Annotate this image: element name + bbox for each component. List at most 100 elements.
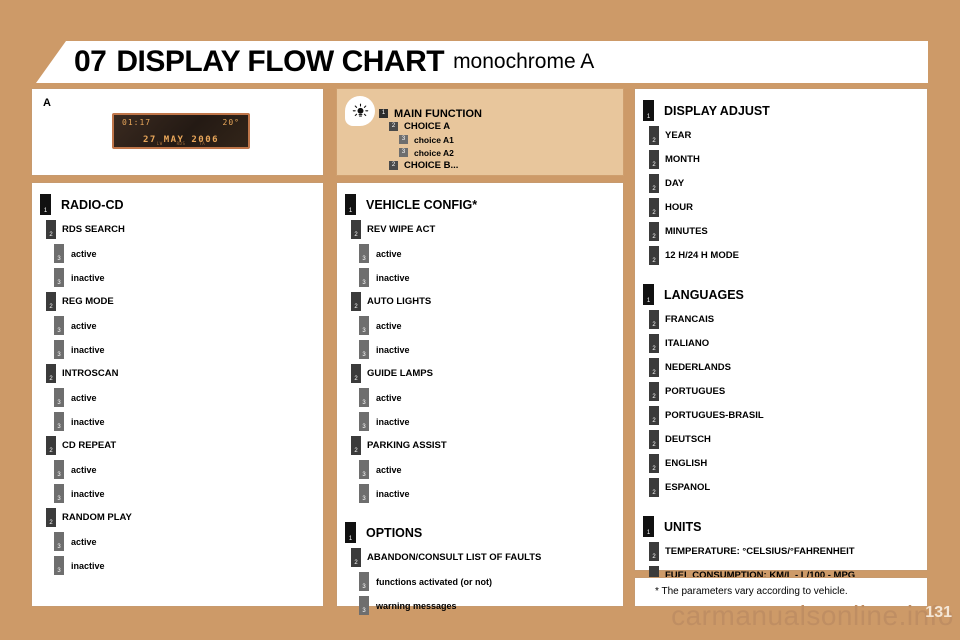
level-2-badge: 2 [351,364,361,383]
level-3-badge: 3 [359,484,369,503]
level-2-badge: 2 [649,542,659,561]
tree-row[interactable]: 2 YEAR [649,126,927,145]
tree-row[interactable]: 2 MINUTES [649,222,927,241]
tree-row-label: inactive [71,416,105,427]
tree-row-label: OPTIONS [366,525,423,540]
tree-row-label: MONTH [665,154,700,165]
tree-row[interactable]: 1 VEHICLE CONFIG* [345,194,623,215]
level-2-badge: 2 [46,220,56,239]
display-adjust-tree: 1 DISPLAY ADJUST 2 YEAR 2 MONTH 2 DAY 2 HOUR 2 MINU… [635,89,927,265]
legend-row: 1 MAIN FUNCTION [379,107,617,120]
tree-row[interactable]: 2 12 H/24 H MODE [649,246,927,265]
legend-level-2-badge: 2 [389,161,398,170]
tree-row[interactable]: 3 active [359,460,623,479]
level-3-badge: 3 [54,412,64,431]
tree-row-label: inactive [71,560,105,571]
tree-row[interactable]: 2 FRANCAIS [649,310,927,329]
tree-row[interactable]: 3 warning messages [359,596,623,615]
tree-row[interactable]: 2 PORTUGUES-BRASIL [649,406,927,425]
tree-row[interactable]: 3 active [359,388,623,407]
units-tree: 1 UNITS 2 TEMPERATURE: °CELSIUS/°FAHRENHEIT… [635,516,927,585]
tree-row[interactable]: 2 GUIDE LAMPS [351,364,623,383]
tree-row[interactable]: 2 ENGLISH [649,454,927,473]
tree-row[interactable]: 2 RDS SEARCH [46,220,323,239]
tree-row[interactable]: 3 active [54,316,323,335]
tree-row[interactable]: 3 functions activated (or not) [359,572,623,591]
tree-row[interactable]: 3 active [54,460,323,479]
tree-row[interactable]: 2 PORTUGUES [649,382,927,401]
tree-row[interactable]: 2 REG MODE [46,292,323,311]
tree-row[interactable]: 2 PARKING ASSIST [351,436,623,455]
tree-row-label: REV WIPE ACT [367,224,436,235]
tree-row[interactable]: 3 inactive [359,340,623,359]
tree-row[interactable]: 2 ABANDON/CONSULT LIST OF FAULTS [351,548,623,567]
level-1-badge: 1 [643,100,654,121]
tree-row-label: active [376,320,402,331]
tree-row[interactable]: 3 active [54,388,323,407]
tree-row[interactable]: 3 inactive [54,412,323,431]
tree-row-label: YEAR [665,130,692,141]
tree-row[interactable]: 3 inactive [54,556,323,575]
level-3-badge: 3 [54,484,64,503]
tree-row[interactable]: 3 inactive [54,484,323,503]
tree-row[interactable]: 1 DISPLAY ADJUST [643,100,927,121]
tree-row[interactable]: 3 active [359,316,623,335]
level-3-badge: 3 [359,460,369,479]
tree-row[interactable]: 2 ESPANOL [649,478,927,497]
lcd-temperature: 20° [222,118,240,127]
options-tree: 1 OPTIONS 2 ABANDON/CONSULT LIST OF FAULTS 3… [337,522,623,615]
tree-row[interactable]: 3 active [54,244,323,263]
level-3-badge: 3 [359,340,369,359]
sample-label: A [43,97,51,109]
tree-row[interactable]: 2 AUTO LIGHTS [351,292,623,311]
level-3-badge: 3 [359,596,369,615]
tree-row[interactable]: 3 active [359,244,623,263]
tree-row-label: LANGUAGES [664,287,744,302]
vehicle-config-tree: 1 VEHICLE CONFIG* 2 REV WIPE ACT 3 active 3 ina… [337,183,623,503]
legend-row-label: choice A2 [414,147,454,158]
legend-row-label: CHOICE B... [404,160,459,171]
tree-row[interactable]: 3 active [54,532,323,551]
tree-row[interactable]: 2 RANDOM PLAY [46,508,323,527]
tree-row[interactable]: 2 DAY [649,174,927,193]
tree-row-label: INTROSCAN [62,368,119,379]
level-3-badge: 3 [359,412,369,431]
tree-row[interactable]: 3 inactive [54,268,323,287]
tree-row[interactable]: 2 DEUTSCH [649,430,927,449]
legend-level-1-badge: 1 [379,109,388,118]
tree-row[interactable]: 2 REV WIPE ACT [351,220,623,239]
level-3-badge: 3 [359,268,369,287]
tree-row[interactable]: 2 INTROSCAN [46,364,323,383]
level-1-badge: 1 [40,194,51,215]
tree-row[interactable]: 3 inactive [359,268,623,287]
level-2-badge: 2 [649,222,659,241]
tree-row[interactable]: 1 OPTIONS [345,522,623,543]
tree-row[interactable]: 2 ITALIANO [649,334,927,353]
tree-row-label: TEMPERATURE: °CELSIUS/°FAHRENHEIT [665,546,855,557]
tree-row[interactable]: 3 inactive [359,484,623,503]
tree-row-label: active [71,320,97,331]
level-3-badge: 3 [54,316,64,335]
tree-row-label: inactive [71,344,105,355]
tree-row[interactable]: 2 HOUR [649,198,927,217]
legend-row-label: choice A1 [414,134,454,145]
tree-row-label: active [71,536,97,547]
tree-row[interactable]: 1 UNITS [643,516,927,537]
tree-row-label: inactive [376,488,410,499]
tree-row[interactable]: 1 RADIO-CD [40,194,323,215]
tree-row-label: ENGLISH [665,458,708,469]
tip-bulb-icon [345,96,375,126]
tree-row[interactable]: 3 inactive [54,340,323,359]
tree-row[interactable]: 2 CD REPEAT [46,436,323,455]
tree-row[interactable]: 1 LANGUAGES [643,284,927,305]
tree-row[interactable]: 3 inactive [359,412,623,431]
level-1-badge: 1 [345,194,356,215]
legend-list: 1 MAIN FUNCTION 2 CHOICE A 3 choice A1 3 choice… [379,107,617,172]
tree-row[interactable]: 2 MONTH [649,150,927,169]
level-3-badge: 3 [54,340,64,359]
level-1-badge: 1 [345,522,356,543]
tree-row[interactable]: 2 TEMPERATURE: °CELSIUS/°FAHRENHEIT [649,542,927,561]
level-2-badge: 2 [351,436,361,455]
legend-row: 3 choice A2 [399,146,617,159]
tree-row[interactable]: 2 NEDERLANDS [649,358,927,377]
